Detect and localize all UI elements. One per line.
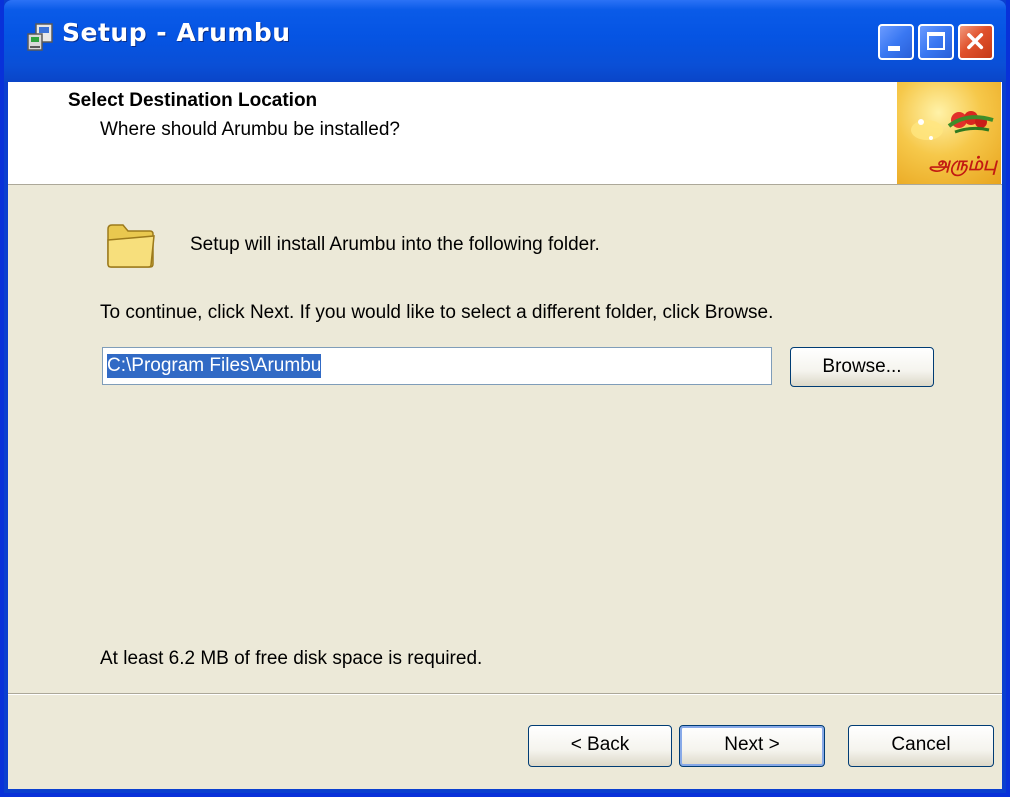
close-icon — [967, 33, 984, 50]
wizard-header: Select Destination Location Where should… — [8, 82, 1002, 185]
folder-icon — [107, 224, 155, 268]
browse-button[interactable]: Browse... — [790, 347, 934, 387]
arumbu-logo: அரும்பு — [897, 82, 1001, 184]
maximize-icon — [927, 32, 945, 50]
disk-space-text: At least 6.2 MB of free disk space is re… — [100, 648, 483, 669]
setup-app-icon — [27, 23, 53, 51]
minimize-icon — [888, 46, 900, 51]
instruction-text: To continue, click Next. If you would li… — [100, 302, 774, 323]
intro-text: Setup will install Arumbu into the follo… — [190, 234, 600, 255]
wizard-client-area: Select Destination Location Where should… — [8, 82, 1002, 789]
install-path-input[interactable]: C:\Program Files\Arumbu — [102, 347, 772, 385]
cancel-button[interactable]: Cancel — [848, 725, 994, 767]
next-button[interactable]: Next > — [679, 725, 825, 767]
window-title: Setup - Arumbu — [62, 18, 291, 47]
page-title: Select Destination Location — [68, 90, 318, 111]
minimize-button[interactable] — [878, 24, 914, 60]
title-bar[interactable]: Setup - Arumbu — [4, 0, 1006, 82]
page-subtitle: Where should Arumbu be installed? — [100, 119, 400, 140]
close-button[interactable] — [958, 24, 994, 60]
logo-text: அரும்பு — [928, 153, 997, 175]
flower-logo-graphic — [911, 111, 994, 140]
setup-window: Setup - Arumbu Select Destination Locati… — [0, 0, 1010, 797]
maximize-button[interactable] — [918, 24, 954, 60]
install-path-value: C:\Program Files\Arumbu — [107, 354, 322, 378]
back-button[interactable]: < Back — [528, 725, 672, 767]
footer-separator — [8, 693, 1002, 695]
